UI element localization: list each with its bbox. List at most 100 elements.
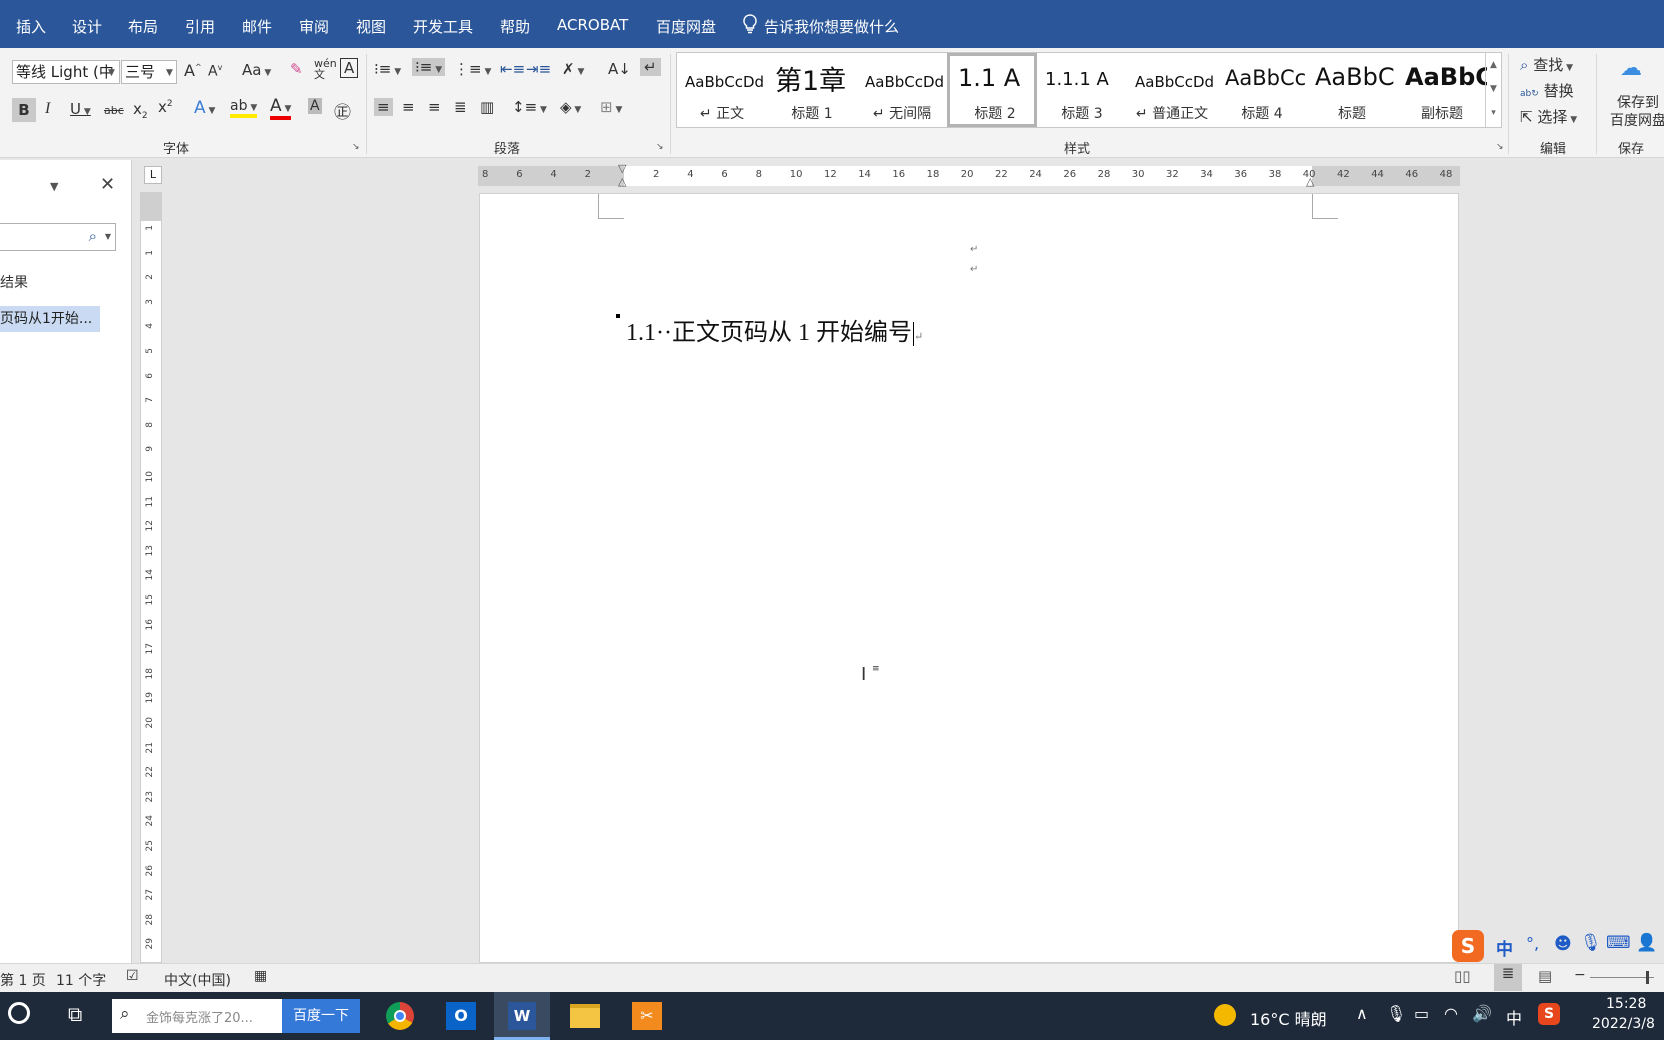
zoom-slider[interactable] [1590,977,1654,978]
align-center-icon[interactable]: ≡ [402,98,415,116]
left-indent-marker[interactable]: △ [618,175,626,188]
asian-layout-icon[interactable]: ✗ ▼ [562,60,584,78]
dialog-launcher-icon[interactable]: ↘ [1496,142,1504,152]
decrease-indent-icon[interactable]: ⇤≡ [500,60,525,78]
tab-selector[interactable]: L [144,166,162,184]
vertical-ruler[interactable]: 1 1 2 3 4 5 6 7 8 9 10 11 12 13 14 15 16 17 18 19 20 21 22 23 24… [140,192,162,963]
show-marks-icon[interactable]: ↵ [640,58,661,76]
baidu-netdisk-icon[interactable]: ☁ [1620,56,1642,81]
style-heading-1[interactable]: 第1章 标题 1 [767,53,857,127]
horizontal-ruler[interactable]: 8 6 4 2 2 4 6 8 10 12 14 16 18 20 22 24 26 28 30 32 34 36 38 40… [478,162,1460,188]
highlight-icon[interactable]: ab ▼ [230,98,258,118]
tab-developer[interactable]: 开发工具 [413,16,473,37]
tab-help[interactable]: 帮助 [500,16,530,37]
character-border-icon[interactable]: A [340,58,359,78]
underline-button[interactable]: U ▼ [70,100,91,118]
text-effects-icon[interactable]: A ▼ [194,98,215,118]
change-case-button[interactable]: Aa ▼ [242,61,271,79]
clock-time[interactable]: 15:28 [1606,996,1646,1012]
style-body-text[interactable]: AaBbCcDd ↵ 普通正文 [1127,53,1217,127]
tab-layout[interactable]: 布局 [128,16,158,37]
save-to-baidu-button[interactable]: 保存到 百度网盘 [1610,94,1664,130]
multilevel-list-icon[interactable]: ⋮≡ ▼ [454,60,491,78]
phonetic-guide-icon[interactable]: wén 文 [314,58,337,80]
gallery-scroll[interactable]: ▲ ▼ ▾ [1485,53,1501,127]
macro-icon[interactable]: ▦ [254,968,267,984]
proofing-icon[interactable]: ☑ [126,968,139,984]
align-right-icon[interactable]: ≡ [428,98,441,116]
tab-acrobat[interactable]: ACROBAT [557,16,628,34]
tab-mailings[interactable]: 邮件 [242,16,272,37]
zoom-slider-thumb[interactable] [1646,971,1649,984]
grow-font-icon[interactable]: A^ [184,61,202,80]
page-count[interactable]: 第 1 页 [0,970,46,990]
style-subtitle[interactable]: AaBbC 副标题 [1397,53,1487,127]
justify-icon[interactable]: ≣ [454,98,467,116]
line-spacing-icon[interactable]: ↕≡ ▼ [512,98,547,116]
superscript-button[interactable]: x2 [158,98,173,116]
tab-insert[interactable]: 插入 [16,16,46,37]
tab-review[interactable]: 审阅 [299,16,329,37]
sogou-tray-icon[interactable]: S [1538,1003,1560,1025]
style-normal[interactable]: AaBbCcDd ↵ 正文 [677,53,767,127]
tab-baidu-netdisk[interactable]: 百度网盘 [656,16,716,37]
chrome-icon[interactable] [386,1002,414,1030]
dialog-launcher-icon[interactable]: ↘ [352,142,360,152]
print-layout-icon[interactable]: ≣ [1494,964,1522,991]
keyboard-icon[interactable]: ⌨ [1606,933,1631,953]
enclose-character-icon[interactable]: ㊣ [334,98,351,123]
italic-button[interactable]: I [45,100,50,118]
pane-options-icon[interactable]: ▼ [50,180,58,193]
sogou-logo-icon[interactable]: S [1452,930,1484,962]
shrink-font-icon[interactable]: Av [208,63,222,80]
user-icon[interactable]: 👤 [1636,933,1657,953]
bullets-icon[interactable]: ⁝≡ ▼ [374,60,401,78]
baidu-search-button[interactable]: 百度一下 [282,999,360,1033]
find-button[interactable]: ⌕ 查找 ▼ [1520,54,1573,75]
volume-icon[interactable]: 🔊 [1472,1004,1492,1023]
replace-button[interactable]: ab↻ 替换 [1520,80,1574,101]
chevron-up-icon[interactable]: ∧ [1356,1004,1368,1023]
wifi-icon[interactable]: ◠ [1444,1004,1458,1023]
microphone-icon[interactable]: 🎙 [1580,933,1602,953]
task-view-icon[interactable]: ⧉ [68,1002,82,1026]
nav-search-input[interactable]: ⌕ ▼ [0,223,116,251]
language-indicator[interactable]: 中文(中国) [164,970,231,990]
word-count[interactable]: 11 个字 [56,970,106,990]
style-title[interactable]: AaBbC 标题 [1307,53,1397,127]
font-name-select[interactable]: 等线 Light (中 [12,60,120,84]
style-no-spacing[interactable]: AaBbCcDd ↵ 无间隔 [857,53,947,127]
zoom-out-button[interactable]: − [1574,967,1586,983]
style-heading-2[interactable]: 1.1 A 标题 2 [947,53,1037,127]
tell-me-search[interactable]: 告诉我你想要做什么 [764,16,899,37]
bold-button[interactable]: B [12,98,36,122]
file-explorer-icon[interactable] [570,1004,600,1028]
snipping-tool-icon[interactable]: ✂ [632,1002,662,1030]
increase-indent-icon[interactable]: ⇥≡ [526,60,551,78]
close-icon[interactable]: ✕ [100,174,115,195]
document-heading[interactable]: 1.1··正文页码从 1 开始编号 ↵ [626,312,923,347]
subscript-button[interactable]: x2 [133,100,148,121]
first-line-indent-marker[interactable]: ▽ [618,162,626,175]
right-indent-marker[interactable]: △ [1306,175,1314,188]
shading-icon[interactable]: ◈ ▼ [560,98,581,116]
chevron-down-icon[interactable]: ▼ [105,232,111,241]
web-layout-icon[interactable]: ▤ [1538,967,1552,985]
numbering-icon[interactable]: ⁝≡ ▼ [412,58,446,76]
clear-formatting-icon[interactable]: ✎ [290,60,303,78]
font-color-icon[interactable]: A ▼ [270,96,292,120]
style-heading-3[interactable]: 1.1.1 A 标题 3 [1037,53,1127,127]
taskbar-search-input[interactable]: ⌕ 金饰每克涨了20... [112,999,282,1033]
cortana-icon[interactable] [8,1002,30,1024]
tab-design[interactable]: 设计 [72,16,102,37]
distributed-icon[interactable]: ▥ [480,98,494,116]
clock-date[interactable]: 2022/3/8 [1592,1016,1655,1032]
select-button[interactable]: ⇱ 选择 ▼ [1520,106,1577,127]
nav-heading-item[interactable]: 页码从1开始... [0,306,100,332]
microphone-icon[interactable]: 🎙 [1386,1004,1406,1023]
dialog-launcher-icon[interactable]: ↘ [656,142,664,152]
word-taskbar-button[interactable]: W [494,992,550,1040]
read-mode-icon[interactable]: ▯▯ [1454,967,1471,985]
taskbar-ime-indicator[interactable]: 中 [1506,1005,1522,1029]
sort-icon[interactable]: A↓ [608,60,631,78]
